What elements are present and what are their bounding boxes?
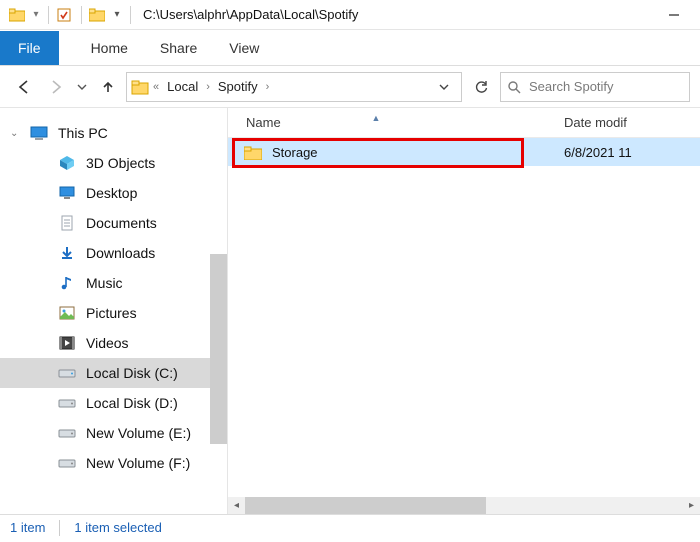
expand-toggle-icon[interactable]: ⌄: [10, 128, 18, 139]
status-selection: 1 item selected: [74, 520, 161, 535]
sort-asc-icon: ▲: [372, 113, 381, 123]
refresh-button[interactable]: [466, 72, 496, 102]
navigation-bar: « Local › Spotify ›: [0, 66, 700, 108]
forward-button[interactable]: [42, 73, 70, 101]
folder-icon[interactable]: [86, 4, 108, 26]
download-icon: [58, 244, 76, 262]
tree-item-new-volume-f[interactable]: New Volume (F:): [0, 448, 227, 478]
search-box[interactable]: [500, 72, 690, 102]
column-headers: ▲ Name Date modif: [228, 108, 700, 138]
tree-item-documents[interactable]: Documents: [0, 208, 227, 238]
drive-icon: [58, 454, 76, 472]
search-input[interactable]: [529, 79, 683, 94]
tree-label: Documents: [86, 215, 157, 231]
breadcrumb-prefix[interactable]: «: [153, 81, 159, 93]
folder-icon: [244, 145, 262, 160]
file-name: Storage: [272, 145, 318, 160]
nav-scrollbar-thumb[interactable]: [210, 254, 227, 444]
status-item-count: 1 item: [10, 520, 45, 535]
column-header-name[interactable]: ▲ Name: [228, 115, 524, 130]
qat-overflow-dropdown[interactable]: ▾: [110, 4, 124, 26]
drive-icon: [58, 424, 76, 442]
tab-view[interactable]: View: [229, 31, 259, 65]
tree-label: Videos: [86, 335, 129, 351]
status-divider: [59, 520, 60, 536]
folder-icon: [131, 79, 149, 95]
address-bar[interactable]: « Local › Spotify ›: [126, 72, 462, 102]
document-icon: [58, 214, 76, 232]
this-pc-icon: [30, 124, 48, 142]
separator: [81, 6, 82, 24]
chevron-right-icon[interactable]: ›: [206, 81, 210, 93]
tree-item-pictures[interactable]: Pictures: [0, 298, 227, 328]
tree-label: 3D Objects: [86, 155, 155, 171]
navigation-pane: ⌄ This PC 3D Objects Desktop Documents D…: [0, 108, 228, 514]
column-header-date[interactable]: Date modif: [524, 115, 627, 130]
breadcrumb-item[interactable]: Local: [163, 79, 202, 94]
window-title: C:\Users\alphr\AppData\Local\Spotify: [143, 7, 358, 22]
separator: [48, 6, 49, 24]
tree-item-music[interactable]: Music: [0, 268, 227, 298]
title-bar: ▾ ▾ C:\Users\alphr\AppData\Local\Spotify: [0, 0, 700, 30]
tree-label: This PC: [58, 125, 108, 141]
cell-name: Storage: [228, 145, 524, 160]
content-pane: ▲ Name Date modif Storage 6/8/2021 11 ◂: [228, 108, 700, 514]
list-item[interactable]: Storage 6/8/2021 11: [228, 138, 700, 166]
scroll-right-button[interactable]: ▸: [683, 497, 700, 514]
scroll-thumb[interactable]: [245, 497, 486, 514]
scroll-track[interactable]: [245, 497, 683, 514]
horizontal-scrollbar[interactable]: ◂ ▸: [228, 497, 700, 514]
cell-date: 6/8/2021 11: [524, 145, 632, 160]
tree-item-videos[interactable]: Videos: [0, 328, 227, 358]
tree-item-3d-objects[interactable]: 3D Objects: [0, 148, 227, 178]
videos-icon: [58, 334, 76, 352]
tree-label: Local Disk (D:): [86, 395, 178, 411]
music-icon: [58, 274, 76, 292]
tree-label: Music: [86, 275, 123, 291]
drive-icon: [58, 364, 76, 382]
recent-locations-dropdown[interactable]: [74, 73, 90, 101]
file-tab[interactable]: File: [0, 31, 59, 65]
tree-label: Pictures: [86, 305, 137, 321]
tab-share[interactable]: Share: [160, 31, 197, 65]
tree-label: New Volume (E:): [86, 425, 191, 441]
chevron-right-icon[interactable]: ›: [266, 81, 270, 93]
desktop-icon: [58, 184, 76, 202]
pictures-icon: [58, 304, 76, 322]
tree-root-this-pc[interactable]: ⌄ This PC: [0, 118, 227, 148]
tree-label: New Volume (F:): [86, 455, 190, 471]
status-bar: 1 item 1 item selected: [0, 514, 700, 540]
tree-label: Desktop: [86, 185, 137, 201]
tree-label: Local Disk (C:): [86, 365, 178, 381]
tree-item-local-disk-c[interactable]: Local Disk (C:): [0, 358, 227, 388]
minimize-button[interactable]: [654, 1, 694, 29]
address-dropdown[interactable]: [439, 82, 457, 92]
cube-icon: [58, 154, 76, 172]
main-area: ⌄ This PC 3D Objects Desktop Documents D…: [0, 108, 700, 514]
drive-icon: [58, 394, 76, 412]
column-label: Name: [246, 115, 281, 130]
breadcrumb-item[interactable]: Spotify: [214, 79, 262, 94]
separator: [130, 6, 131, 24]
back-button[interactable]: [10, 73, 38, 101]
properties-icon[interactable]: [53, 4, 75, 26]
search-icon: [507, 80, 521, 94]
tree-item-new-volume-e[interactable]: New Volume (E:): [0, 418, 227, 448]
up-button[interactable]: [94, 73, 122, 101]
folder-icon: [6, 4, 28, 26]
tree-label: Downloads: [86, 245, 155, 261]
tree-item-local-disk-d[interactable]: Local Disk (D:): [0, 388, 227, 418]
tab-home[interactable]: Home: [91, 31, 128, 65]
ribbon-tabs: File Home Share View: [0, 30, 700, 66]
qat-pin-dropdown[interactable]: ▾: [30, 4, 42, 26]
file-list: Storage 6/8/2021 11: [228, 138, 700, 497]
column-label: Date modif: [564, 115, 627, 130]
scroll-left-button[interactable]: ◂: [228, 497, 245, 514]
tree-item-desktop[interactable]: Desktop: [0, 178, 227, 208]
tree-item-downloads[interactable]: Downloads: [0, 238, 227, 268]
